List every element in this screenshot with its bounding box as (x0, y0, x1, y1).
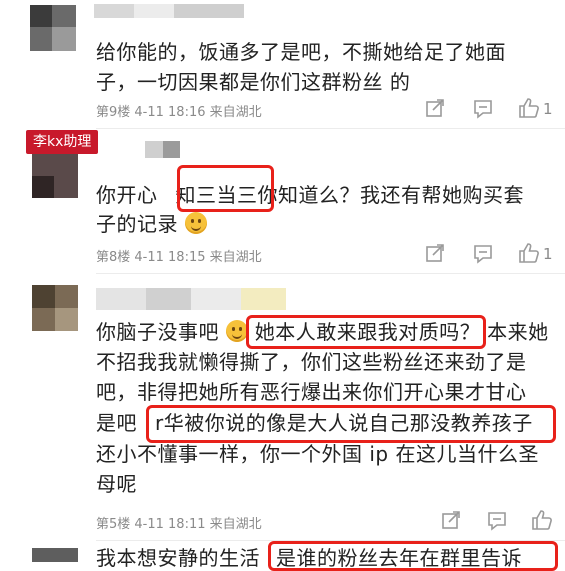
user-badge[interactable]: 李kx助理 (26, 130, 99, 154)
like-count: 1 (543, 245, 553, 263)
comment-icon[interactable] (472, 242, 494, 264)
comment-icon[interactable] (486, 509, 508, 531)
comment-text: 不招我我就懒得撕了，你们这些粉丝还来劲了是 (96, 350, 527, 374)
comment-text: 你开心 (96, 183, 158, 207)
comment-line: 你开心 知三当三你知道么？我还有帮她购买套 (96, 183, 524, 207)
mosaic-avatar-block (30, 5, 52, 27)
smile-emoji-icon (184, 212, 207, 234)
like-icon[interactable] (530, 508, 554, 532)
comment-icon[interactable] (472, 97, 494, 119)
avatar[interactable] (32, 548, 78, 562)
comment-meta: 第8楼 4-11 18:15 来自湖北 (96, 250, 262, 265)
divider (96, 273, 565, 274)
share-icon[interactable] (424, 242, 446, 264)
comment-text: 本来她 (487, 320, 549, 344)
mosaic-username (96, 288, 286, 310)
share-icon[interactable] (424, 97, 446, 119)
comment-text: 子的记录 (96, 212, 178, 236)
comment-line: 子的记录 (96, 212, 207, 236)
highlight-box (146, 405, 556, 443)
comment-text: 母呢 (96, 472, 137, 496)
comment-text: 吧，非得把她所有恶行爆出来你们开心果才甘心 (96, 380, 527, 404)
comment-text: 你脑子没事吧 (96, 320, 219, 344)
share-icon[interactable] (440, 509, 462, 531)
mosaic-avatar-block (32, 176, 54, 198)
like-icon[interactable] (517, 241, 541, 265)
comment-text: 子，一切因果都是你们这群粉丝 的 (96, 70, 411, 94)
mosaic-avatar-block (52, 27, 76, 51)
smile-emoji-icon (225, 320, 248, 342)
comment-text: 给你能的，饭通多了是吧，不撕她给足了她面 (96, 40, 506, 64)
highlight-box (268, 541, 558, 571)
highlight-box (246, 315, 486, 349)
comment-text: 是吧 (96, 411, 137, 435)
mosaic-avatar-block (55, 308, 78, 331)
comment-text: 你知道么？我还有帮她购买套 (257, 183, 524, 207)
mosaic-username (94, 4, 244, 18)
highlight-box (177, 165, 274, 212)
like-count: 1 (543, 100, 553, 118)
comment-text: 还小不懂事一样，你一个外国 ip 在这儿当什么圣 (96, 442, 539, 466)
mosaic-username (145, 141, 180, 158)
comment-meta: 第5楼 4-11 18:11 来自湖北 (96, 517, 262, 532)
comment-meta: 第9楼 4-11 18:16 来自湖北 (96, 105, 262, 120)
mosaic-avatar-block (32, 285, 55, 308)
divider (96, 128, 565, 129)
comment-text: 我本想安静的生活 (96, 546, 260, 570)
like-icon[interactable] (517, 96, 541, 120)
